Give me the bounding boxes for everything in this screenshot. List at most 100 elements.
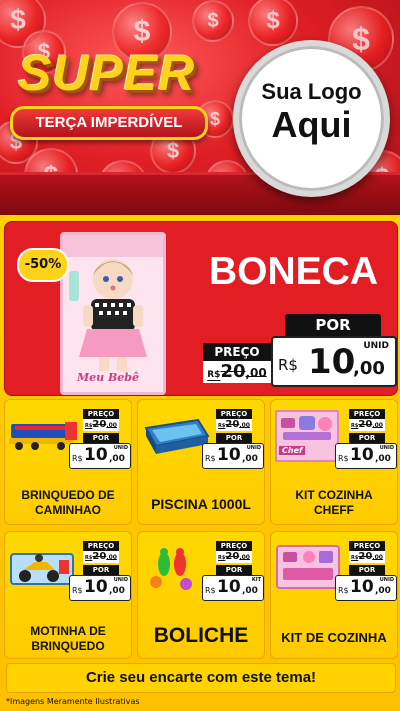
product-name-line-1: KIT DE COZINHA xyxy=(281,630,387,645)
new-price-dec: ,00 xyxy=(242,586,258,596)
new-price-dec: ,00 xyxy=(242,454,258,464)
preco-label: PREÇO xyxy=(216,541,252,551)
new-price-currency: R$ xyxy=(72,454,83,463)
new-price-currency: R$ xyxy=(72,586,83,595)
old-price-dec: ,00 xyxy=(372,422,383,429)
por-label: POR xyxy=(216,433,252,443)
product-name-line-1: BOLICHE xyxy=(153,624,249,647)
old-price-int: 20 xyxy=(358,551,373,562)
new-price-int: 10 xyxy=(217,445,241,465)
preco-label: PREÇO xyxy=(203,343,271,361)
por-label: POR xyxy=(349,433,385,443)
new-price-int: 10 xyxy=(308,342,356,382)
new-price-currency: R$ xyxy=(338,586,349,595)
old-price-dec: ,00 xyxy=(106,554,117,561)
old-price-int: 20 xyxy=(225,551,240,562)
product-name: PISCINA 1000L xyxy=(138,496,264,512)
new-price: UNID R$ 10 ,00 xyxy=(335,575,397,601)
product-card[interactable]: PREÇO R$20,00 POR UNID R$ 10 ,00 PISCINA… xyxy=(137,399,265,525)
new-price-currency: R$ xyxy=(278,356,298,374)
new-price-dec: ,00 xyxy=(375,454,391,464)
new-price: UNID R$ 10 ,00 xyxy=(271,336,397,387)
new-price-int: 10 xyxy=(84,577,108,597)
product-name-line-1: MOTINHA DE xyxy=(30,624,106,638)
kitchen-pieces-icon xyxy=(281,416,332,440)
preco-label: PREÇO xyxy=(349,541,385,551)
old-price: R$20,00 xyxy=(349,551,385,563)
product-name: KIT COZINHA CHEFF xyxy=(271,488,397,518)
coin-icon: $ xyxy=(192,0,234,42)
unit-label: KIT xyxy=(251,577,261,583)
product-name-line-1: PISCINA 1000L xyxy=(151,496,251,512)
coin-icon: $ xyxy=(248,0,298,46)
por-label: POR xyxy=(349,565,385,575)
kitchen-set-icon: Chef xyxy=(275,410,339,462)
logo-line-2: Aqui xyxy=(271,104,352,145)
new-price: KIT R$ 10 ,00 xyxy=(202,575,264,601)
por-label: POR xyxy=(216,565,252,575)
unit-label: UNID xyxy=(379,445,394,451)
unit-label: UNID xyxy=(113,577,128,583)
old-price-dec: ,00 xyxy=(245,366,267,380)
por-label: POR xyxy=(83,565,119,575)
product-name-line-1: KIT COZINHA xyxy=(295,488,373,502)
new-price-int: 10 xyxy=(84,445,108,465)
new-price-currency: R$ xyxy=(205,454,216,463)
discount-badge: -50% xyxy=(17,248,69,282)
new-price-currency: R$ xyxy=(338,454,349,463)
product-name-line-2: CHEFF xyxy=(314,503,354,517)
old-price: R$20,00 xyxy=(83,419,119,431)
product-name: BOLICHE xyxy=(138,624,264,648)
new-price-dec: ,00 xyxy=(109,454,125,464)
product-card[interactable]: PREÇO R$20,00 POR UNID R$ 10 ,00 BRINQUE… xyxy=(4,399,132,525)
product-card[interactable]: PREÇO R$20,00 POR UNID R$ 10 ,00 KIT DE … xyxy=(270,531,398,659)
old-price: R$20,00 xyxy=(203,361,271,383)
new-price: UNID R$ 10 ,00 xyxy=(69,575,131,601)
offers-area: Meu Bebê -50% BONECA POR PREÇO R$20,00 U… xyxy=(0,215,400,711)
product-card[interactable]: PREÇO R$20,00 POR UNID R$ 10 ,00 MOTINHA… xyxy=(4,531,132,659)
disclaimer-text: *Imagens Meramente Ilustrativas xyxy=(6,697,140,706)
old-price-currency: R$ xyxy=(207,370,221,380)
unit-label: UNID xyxy=(379,577,394,583)
por-label: POR xyxy=(285,314,381,336)
terca-ribbon: TERÇA IMPERDÍVEL xyxy=(10,106,208,140)
new-price-int: 10 xyxy=(217,577,241,597)
product-card[interactable]: Chef PREÇO R$20,00 POR UNID R$ 10 ,00 KI… xyxy=(270,399,398,525)
new-price-dec: ,00 xyxy=(109,586,125,596)
old-price-int: 20 xyxy=(92,419,107,430)
super-title-badge: SUPER TERÇA IMPERDÍVEL xyxy=(10,40,235,160)
new-price-dec: ,00 xyxy=(375,586,391,596)
super-title: SUPER xyxy=(18,45,196,101)
doll-icon xyxy=(63,235,163,392)
unit-label: UNID xyxy=(113,445,128,451)
old-price-int: 20 xyxy=(220,361,246,382)
new-price-int: 10 xyxy=(350,445,374,465)
old-price: R$20,00 xyxy=(83,551,119,563)
old-price-dec: ,00 xyxy=(239,554,250,561)
old-price-dec: ,00 xyxy=(239,422,250,429)
box-brand: Chef xyxy=(279,446,306,455)
old-price-dec: ,00 xyxy=(372,554,383,561)
preco-label: PREÇO xyxy=(349,409,385,419)
new-price: UNID R$ 10 ,00 xyxy=(335,443,397,469)
unit-label: UNID xyxy=(246,445,261,451)
preco-label: PREÇO xyxy=(83,409,119,419)
old-price-int: 20 xyxy=(225,419,240,430)
product-name-line-2: BRINQUEDO xyxy=(31,639,105,653)
old-price-dec: ,00 xyxy=(106,422,117,429)
new-price-dec: ,00 xyxy=(353,358,385,379)
cta-banner[interactable]: Crie seu encarte com este tema! xyxy=(6,663,396,693)
product-name: KIT DE COZINHA xyxy=(271,630,397,646)
old-price: R$20,00 xyxy=(349,419,385,431)
product-card[interactable]: PREÇO R$20,00 POR KIT R$ 10 ,00 BOLICHE xyxy=(137,531,265,659)
header-banner: $ $ $ $ $ $ $ $ $ $ $ $ $ $ SUPER TERÇA … xyxy=(0,0,400,215)
new-price-currency: R$ xyxy=(205,586,216,595)
logo-line-1: Sua Logo xyxy=(261,79,362,104)
old-price: R$20,00 xyxy=(216,419,252,431)
old-price-int: 20 xyxy=(92,551,107,562)
logo-placeholder: Sua Logo Aqui xyxy=(233,40,390,197)
preco-label: PREÇO xyxy=(83,541,119,551)
product-name-line-1: BRINQUEDO DE xyxy=(21,488,115,502)
hero-product-title: BONECA xyxy=(209,250,379,293)
old-price-int: 20 xyxy=(358,419,373,430)
